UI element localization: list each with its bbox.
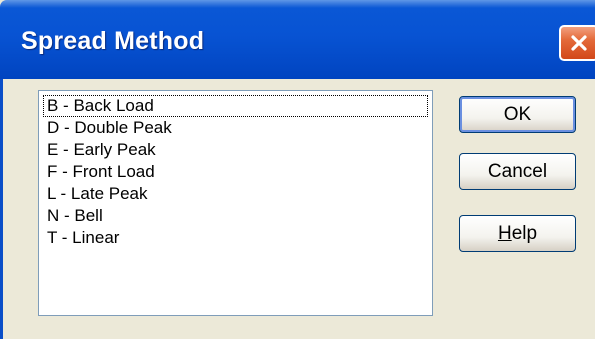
list-item[interactable]: E - Early Peak [47,139,156,161]
cancel-button[interactable]: Cancel [459,153,576,190]
spread-method-list[interactable]: B - Back Load D - Double Peak E - Early … [38,90,433,316]
help-label-rest: elp [511,222,538,244]
list-item[interactable]: T - Linear [47,227,119,249]
close-icon [571,35,587,51]
ok-button-label: OK [503,103,532,125]
list-item[interactable]: B - Back Load [43,95,428,117]
dialog-title: Spread Method [21,27,205,55]
title-bar[interactable]: Spread Method [0,0,595,79]
list-item[interactable]: L - Late Peak [47,183,148,205]
help-mnemonic: H [497,222,512,244]
spread-method-dialog: Spread Method B - Back Load D - Double P… [0,0,595,339]
list-item[interactable]: F - Front Load [47,161,155,183]
cancel-button-label: Cancel [487,160,548,182]
list-item[interactable]: D - Double Peak [47,117,172,139]
help-button[interactable]: Help [459,215,576,252]
ok-button[interactable]: OK [459,96,576,133]
close-button[interactable] [559,25,595,61]
list-item[interactable]: N - Bell [47,205,103,227]
help-button-label: Help [498,223,537,245]
